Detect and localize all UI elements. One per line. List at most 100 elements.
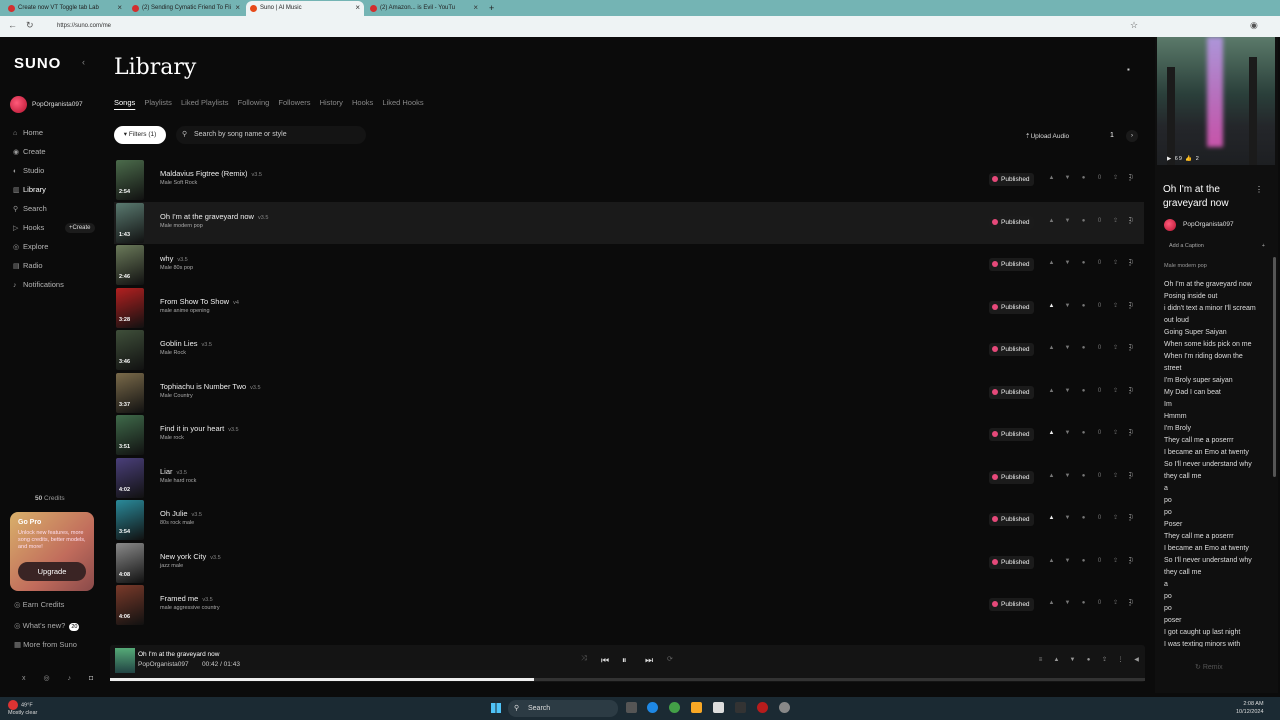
dislike-icon[interactable]: ▼ [1060, 473, 1076, 479]
add-caption-field[interactable]: Add a Caption + [1161, 240, 1269, 252]
tab-songs[interactable]: Songs [114, 98, 135, 107]
volume-icon[interactable]: ◀ [1129, 656, 1145, 663]
clock[interactable]: 2:08 AM 10/12/2024 [1236, 700, 1264, 716]
like-icon[interactable]: ▲ [1044, 303, 1060, 309]
more-from-suno-link[interactable]: ▦ More from Suno [14, 640, 77, 649]
song-title[interactable]: From Show To Show v4 [160, 297, 239, 306]
nav-explore[interactable]: ◎ Explore [13, 242, 48, 251]
task-view-icon[interactable] [626, 702, 637, 713]
song-row[interactable]: 4:08 New york City v3.5 jazz male Published ▲… [114, 542, 1144, 584]
remix-button[interactable]: ↻ Remix [1195, 663, 1223, 671]
comment-icon[interactable]: ● [1076, 515, 1092, 521]
more-options-icon[interactable]: ⋮ [1255, 185, 1263, 194]
like-icon[interactable]: ▲ [1044, 345, 1060, 351]
published-badge[interactable]: Published [989, 173, 1034, 186]
next-icon[interactable]: ⏭ [645, 655, 653, 666]
windows-start-icon[interactable] [491, 703, 501, 713]
song-row[interactable]: 3:28 From Show To Show v4 male anime openin… [114, 287, 1144, 329]
tab-followers[interactable]: Followers [278, 98, 310, 107]
dislike-icon[interactable]: ▼ [1060, 303, 1076, 309]
share-icon[interactable]: ⇪ [1108, 557, 1124, 564]
app-icon[interactable] [735, 702, 746, 713]
close-tab-icon[interactable]: × [473, 1, 478, 15]
share-icon[interactable]: ⇪ [1108, 302, 1124, 309]
tab-liked-hooks[interactable]: Liked Hooks [382, 98, 423, 107]
song-title[interactable]: Find it in your heart v3.5 [160, 424, 239, 433]
upload-audio-button[interactable]: ⇡Upload Audio [1025, 132, 1069, 140]
more-options-icon[interactable]: ⋮ [1126, 386, 1134, 395]
nav-library[interactable]: ▥ Library [13, 185, 46, 194]
more-options-icon[interactable]: ⋮ [1126, 258, 1134, 267]
song-title[interactable]: Goblin Lies v3.5 [160, 339, 212, 348]
comment-icon[interactable]: ● [1076, 218, 1092, 224]
dislike-icon[interactable]: ▼ [1060, 218, 1076, 224]
tab-following[interactable]: Following [238, 98, 270, 107]
profile-icon[interactable]: ◉ [1250, 20, 1258, 31]
share-icon[interactable]: ⇪ [1108, 344, 1124, 351]
like-icon[interactable]: ▲ [1044, 558, 1060, 564]
tab-liked-playlists[interactable]: Liked Playlists [181, 98, 229, 107]
close-tab-icon[interactable]: × [235, 1, 240, 15]
comment-icon[interactable]: ● [1076, 473, 1092, 479]
settings-icon[interactable] [779, 702, 790, 713]
song-row[interactable]: 4:02 Liar v3.5 Male hard rock Published ▲ ▼ ● 0 ⇪… [114, 457, 1144, 499]
reload-icon[interactable]: ↻ [26, 20, 34, 31]
queue-icon[interactable]: ≡ [1033, 657, 1049, 663]
dislike-icon[interactable]: ▼ [1060, 260, 1076, 266]
published-badge[interactable]: Published [989, 598, 1034, 611]
store-icon[interactable] [713, 702, 724, 713]
upgrade-button[interactable]: Upgrade [18, 562, 86, 581]
like-icon[interactable]: ▲ [1049, 657, 1065, 663]
nav-create[interactable]: ◉ Create [13, 147, 46, 156]
shuffle-icon[interactable]: ⤨ [581, 655, 587, 663]
like-icon[interactable]: ▲ [1044, 600, 1060, 606]
song-row[interactable]: 3:51 Find it in your heart v3.5 Male rock Pu… [114, 414, 1144, 456]
collapse-sidebar-icon[interactable]: ‹ [82, 57, 85, 67]
earn-credits-link[interactable]: ◎ Earn Credits [14, 600, 64, 609]
new-tab-button[interactable]: + [486, 1, 500, 16]
nav-studio[interactable]: ◐ Studio [13, 166, 44, 175]
like-icon[interactable]: ▲ [1044, 473, 1060, 479]
song-row[interactable]: 3:37 Tophiachu is Number Two v3.5 Male Coun… [114, 372, 1144, 414]
dislike-icon[interactable]: ▼ [1060, 600, 1076, 606]
song-row[interactable]: 3:46 Goblin Lies v3.5 Male Rock Published ▲ ▼ ●… [114, 329, 1144, 371]
dislike-icon[interactable]: ▼ [1060, 175, 1076, 181]
dislike-icon[interactable]: ▼ [1060, 515, 1076, 521]
share-icon[interactable]: ⇪ [1108, 472, 1124, 479]
nav-search[interactable]: ⚲ Search [13, 204, 47, 213]
nav-hooks[interactable]: ▷ Hooks [13, 223, 44, 232]
nav-notifications[interactable]: ♪ Notifications [13, 280, 64, 289]
song-row[interactable]: 2:54 Maldavius Figtree (Remix) v3.5 Male So… [114, 159, 1144, 201]
suno-logo[interactable]: SUNO [14, 55, 61, 72]
published-badge[interactable]: Published [989, 428, 1034, 441]
published-badge[interactable]: Published [989, 513, 1034, 526]
song-title[interactable]: Tophiachu is Number Two v3.5 [160, 382, 261, 391]
song-row[interactable]: 4:06 Framed me v3.5 male aggressive country… [114, 584, 1144, 626]
player-thumbnail[interactable] [115, 648, 135, 673]
dislike-icon[interactable]: ▼ [1060, 430, 1076, 436]
menu-icon[interactable]: ▪ [1127, 65, 1130, 74]
filters-button[interactable]: ▾ Filters (1) [114, 126, 166, 144]
published-badge[interactable]: Published [989, 470, 1034, 484]
previous-icon[interactable]: ⏮ [601, 655, 609, 666]
comment-icon[interactable]: ● [1076, 345, 1092, 351]
file-explorer-icon[interactable] [691, 702, 702, 713]
search-input[interactable]: ⚲ Search by song name or style [176, 126, 366, 144]
comment-icon[interactable]: ● [1076, 388, 1092, 394]
browser-tab[interactable]: (2) Sending Cymatic Friend To Fli × [128, 1, 244, 16]
share-icon[interactable]: ⇪ [1108, 599, 1124, 606]
weather-widget[interactable]: 49°F Mostly clear [8, 700, 37, 717]
share-icon[interactable]: ⇪ [1108, 259, 1124, 266]
nav-radio[interactable]: ▤ Radio [13, 261, 43, 270]
nav-home[interactable]: ⌂ Home [13, 128, 43, 137]
tab-history[interactable]: History [320, 98, 343, 107]
pause-icon[interactable]: ⏸ [622, 655, 627, 666]
like-icon[interactable]: ▲ [1044, 175, 1060, 181]
more-options-icon[interactable]: ⋮ [1126, 173, 1134, 182]
player-artist[interactable]: PopOrganista097 [138, 661, 189, 668]
player-title[interactable]: Oh I'm at the graveyard now [138, 651, 219, 658]
browser-tab[interactable]: (2) Amazon... is Evil - YouTu × [366, 1, 482, 16]
more-icon[interactable]: ⋮ [1113, 656, 1129, 663]
share-icon[interactable]: ⇪ [1108, 514, 1124, 521]
more-options-icon[interactable]: ⋮ [1126, 598, 1134, 607]
